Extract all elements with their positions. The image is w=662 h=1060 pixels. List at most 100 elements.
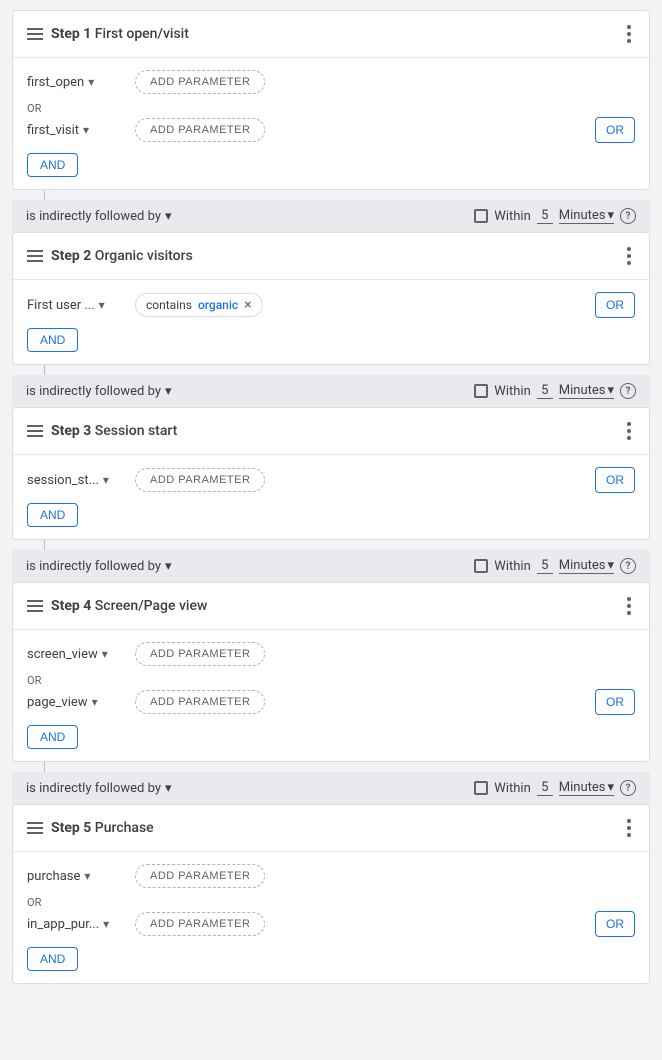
event-dropdown-first-user[interactable]: First user ... ▾ — [27, 298, 127, 313]
within-number-2: 5 — [537, 383, 553, 399]
step-2-header: Step 2 Organic visitors — [13, 233, 649, 280]
within-number-3: 5 — [537, 558, 553, 574]
step-5-more-menu[interactable] — [623, 815, 635, 841]
within-checkbox-2[interactable] — [474, 384, 488, 398]
or-button-step4[interactable]: OR — [595, 689, 635, 715]
drag-handle-icon[interactable] — [27, 250, 43, 262]
chevron-icon: ▾ — [607, 383, 614, 398]
add-param-btn-in-app-purchase[interactable]: ADD PARAMETER — [135, 912, 265, 936]
step-5-header: Step 5 Purchase — [13, 805, 649, 852]
gap-line-1 — [44, 190, 45, 200]
event-row-page-view: page_view ▾ ADD PARAMETER OR — [27, 689, 635, 715]
step-2-more-menu[interactable] — [623, 243, 635, 269]
step-2-title: Step 2 Organic visitors — [51, 248, 193, 264]
within-unit-3[interactable]: Minutes ▾ — [559, 558, 614, 574]
event-row-in-app-purchase: in_app_pur... ▾ ADD PARAMETER OR — [27, 911, 635, 937]
chevron-icon: ▾ — [607, 208, 614, 223]
chevron-icon: ▾ — [103, 917, 109, 931]
chevron-icon: ▾ — [102, 647, 108, 661]
and-button-step1[interactable]: AND — [27, 153, 78, 177]
within-checkbox-4[interactable] — [474, 781, 488, 795]
step-1-more-menu[interactable] — [623, 21, 635, 47]
chevron-icon: ▾ — [88, 75, 94, 89]
chevron-icon: ▾ — [607, 558, 614, 573]
step-3-more-menu[interactable] — [623, 418, 635, 444]
chevron-icon: ▾ — [103, 473, 109, 487]
event-row-first-user: First user ... ▾ contains organic × OR — [27, 292, 635, 318]
within-unit-2[interactable]: Minutes ▾ — [559, 383, 614, 399]
step-card-1: Step 1 First open/visit first_open ▾ ADD… — [12, 10, 650, 190]
and-button-step3[interactable]: AND — [27, 503, 78, 527]
within-number-4: 5 — [537, 780, 553, 796]
add-param-btn-screen-view[interactable]: ADD PARAMETER — [135, 642, 265, 666]
or-label-5: OR — [27, 896, 635, 909]
or-button-step3[interactable]: OR — [595, 467, 635, 493]
event-dropdown-purchase[interactable]: purchase ▾ — [27, 869, 127, 884]
step-1-body: first_open ▾ ADD PARAMETER OR first_visi… — [13, 58, 649, 189]
add-param-btn-session[interactable]: ADD PARAMETER — [135, 468, 265, 492]
connector-dropdown-4[interactable]: is indirectly followed by ▾ — [26, 781, 172, 796]
and-button-step4[interactable]: AND — [27, 725, 78, 749]
connector-dropdown-1[interactable]: is indirectly followed by ▾ — [26, 209, 172, 224]
step-4-body: screen_view ▾ ADD PARAMETER OR page_view… — [13, 630, 649, 761]
chevron-icon: ▾ — [165, 559, 172, 574]
chevron-icon: ▾ — [92, 695, 98, 709]
step-card-2: Step 2 Organic visitors First user ... ▾… — [12, 232, 650, 365]
add-param-btn-first-open[interactable]: ADD PARAMETER — [135, 70, 265, 94]
step-card-3: Step 3 Session start session_st... ▾ ADD… — [12, 407, 650, 540]
step-4-more-menu[interactable] — [623, 593, 635, 619]
within-unit-1[interactable]: Minutes ▾ — [559, 208, 614, 224]
step-3-header: Step 3 Session start — [13, 408, 649, 455]
event-dropdown-in-app-purchase[interactable]: in_app_pur... ▾ — [27, 917, 127, 932]
or-label-4: OR — [27, 674, 635, 687]
event-row-purchase: purchase ▾ ADD PARAMETER — [27, 864, 635, 888]
step-3-body: session_st... ▾ ADD PARAMETER OR AND — [13, 455, 649, 539]
add-param-btn-purchase[interactable]: ADD PARAMETER — [135, 864, 265, 888]
chevron-icon: ▾ — [99, 298, 105, 312]
within-unit-4[interactable]: Minutes ▾ — [559, 780, 614, 796]
drag-handle-icon[interactable] — [27, 822, 43, 834]
within-checkbox-3[interactable] — [474, 559, 488, 573]
event-dropdown-first-visit[interactable]: first_visit ▾ — [27, 123, 127, 138]
help-icon-4[interactable]: ? — [620, 780, 636, 796]
connector-2: is indirectly followed by ▾ Within 5 Min… — [12, 375, 650, 407]
within-checkbox-1[interactable] — [474, 209, 488, 223]
or-label-1: OR — [27, 102, 635, 115]
gap-line-3 — [44, 540, 45, 550]
step-5-body: purchase ▾ ADD PARAMETER OR in_app_pur..… — [13, 852, 649, 983]
help-icon-1[interactable]: ? — [620, 208, 636, 224]
step-4-title: Step 4 Screen/Page view — [51, 598, 207, 614]
or-button-step2[interactable]: OR — [595, 292, 635, 318]
event-dropdown-session[interactable]: session_st... ▾ — [27, 473, 127, 488]
help-icon-3[interactable]: ? — [620, 558, 636, 574]
chevron-icon: ▾ — [84, 869, 90, 883]
drag-handle-icon[interactable] — [27, 28, 43, 40]
drag-handle-icon[interactable] — [27, 600, 43, 612]
help-icon-2[interactable]: ? — [620, 383, 636, 399]
event-dropdown-screen-view[interactable]: screen_view ▾ — [27, 647, 127, 662]
chevron-icon: ▾ — [165, 781, 172, 796]
add-param-btn-page-view[interactable]: ADD PARAMETER — [135, 690, 265, 714]
event-row-first-visit: first_visit ▾ ADD PARAMETER OR — [27, 117, 635, 143]
step-card-5: Step 5 Purchase purchase ▾ ADD PARAMETER… — [12, 804, 650, 984]
step-3-title: Step 3 Session start — [51, 423, 177, 439]
or-button-step5[interactable]: OR — [595, 911, 635, 937]
chip-close-btn[interactable]: × — [244, 298, 251, 312]
connector-dropdown-2[interactable]: is indirectly followed by ▾ — [26, 384, 172, 399]
step-4-header: Step 4 Screen/Page view — [13, 583, 649, 630]
drag-handle-icon[interactable] — [27, 425, 43, 437]
add-param-btn-first-visit[interactable]: ADD PARAMETER — [135, 118, 265, 142]
event-row-first-open: first_open ▾ ADD PARAMETER — [27, 70, 635, 94]
within-number-1: 5 — [537, 208, 553, 224]
step-1-header: Step 1 First open/visit — [13, 11, 649, 58]
event-dropdown-page-view[interactable]: page_view ▾ — [27, 695, 127, 710]
event-dropdown-first-open[interactable]: first_open ▾ — [27, 75, 127, 90]
page-wrapper: Step 1 First open/visit first_open ▾ ADD… — [0, 0, 662, 994]
step-5-title: Step 5 Purchase — [51, 820, 154, 836]
step-card-4: Step 4 Screen/Page view screen_view ▾ AD… — [12, 582, 650, 762]
and-button-step2[interactable]: AND — [27, 328, 78, 352]
and-button-step5[interactable]: AND — [27, 947, 78, 971]
chip-keyword: organic — [198, 298, 238, 312]
connector-dropdown-3[interactable]: is indirectly followed by ▾ — [26, 559, 172, 574]
or-button-step1[interactable]: OR — [595, 117, 635, 143]
